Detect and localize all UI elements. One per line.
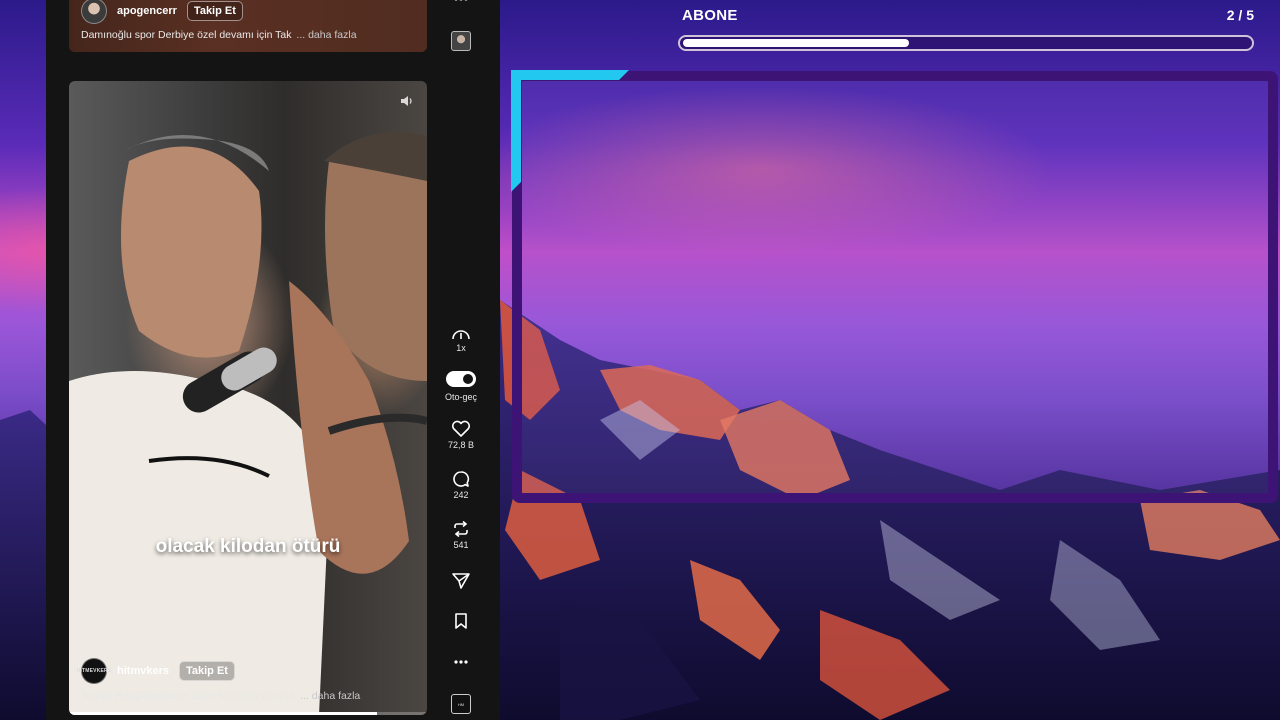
comment-count: 242 — [453, 490, 469, 500]
current-post-avatar[interactable]: HITMEVKERS — [77, 658, 111, 684]
previous-post-avatar[interactable] — [81, 0, 107, 24]
video-subtitle: olacak kilodan ötürü — [155, 536, 341, 557]
repost-button[interactable]: 541 — [441, 520, 481, 550]
current-post-caption-text: Toprak Razgatlıoğlu ve Zayn Sofuoğlu yan… — [81, 690, 296, 702]
action-rail: 1x Oto-geç 72,8 B 242 541 HM — [441, 0, 481, 720]
current-post-avatar-logo-text: HITMEVKERS — [76, 668, 112, 674]
toggle-switch-icon — [446, 371, 476, 387]
frame-accent-corner — [511, 70, 629, 192]
current-post-author-row: HITMEVKERS hitmvkers Takip Et — [77, 658, 235, 684]
volume-icon[interactable] — [399, 93, 415, 109]
previous-post-caption: Damınoğlu spor Derbiye özel devamı için … — [81, 29, 357, 41]
previous-post-follow-button[interactable]: Takip Et — [186, 1, 243, 21]
more-options-button[interactable] — [441, 655, 481, 669]
previous-post-author-row: apogencerr Takip Et — [81, 0, 243, 24]
save-button[interactable] — [441, 612, 481, 630]
current-post-caption: Toprak Razgatlıoğlu ve Zayn Sofuoğlu yan… — [81, 690, 360, 702]
speedometer-icon — [452, 330, 470, 340]
brand-logo-icon: HM — [451, 694, 471, 714]
previous-post-card[interactable]: apogencerr Takip Et Damınoğlu spor Derbi… — [69, 0, 427, 52]
autoplay-toggle[interactable]: Oto-geç — [441, 371, 481, 402]
comment-icon — [453, 471, 470, 487]
like-button[interactable]: 72,8 B — [441, 420, 481, 450]
bookmark-icon — [455, 613, 467, 629]
current-post-more-link[interactable]: ... daha fazla — [300, 690, 360, 702]
heart-icon — [451, 420, 471, 437]
comment-button[interactable]: 242 — [441, 470, 481, 500]
current-video-card[interactable]: olacak kilodan ötürü HITMEVKERS hitmvker… — [69, 81, 427, 715]
subscriber-goal-title: ABONE — [682, 7, 738, 24]
subscriber-goal-count: 2 / 5 — [1226, 7, 1254, 23]
playback-speed-control[interactable]: 1x — [441, 327, 481, 353]
video-feed-panel: apogencerr Takip Et Damınoğlu spor Derbi… — [46, 0, 500, 720]
repost-icon — [454, 520, 468, 538]
current-post-author-name[interactable]: hitmvkers — [117, 665, 169, 677]
video-progress-fill — [69, 712, 377, 715]
video-frame — [69, 131, 427, 715]
playback-speed-label: 1x — [456, 343, 466, 353]
avatar-thumbnail-icon — [451, 31, 471, 51]
subscriber-goal-progress-bar — [678, 35, 1254, 51]
send-icon — [452, 573, 470, 589]
previous-post-more-link[interactable]: ... daha fazla — [296, 29, 356, 41]
subscriber-goal-progress-fill — [683, 39, 910, 47]
top-more-options[interactable] — [441, 0, 481, 6]
more-options-icon — [454, 660, 468, 664]
previous-post-author-name[interactable]: apogencerr — [117, 5, 177, 17]
repost-count: 541 — [453, 540, 469, 550]
previous-post-caption-text: Damınoğlu spor Derbiye özel devamı için … — [81, 29, 292, 41]
previous-author-mini-avatar[interactable] — [441, 31, 481, 51]
share-button[interactable] — [441, 572, 481, 590]
current-post-follow-button[interactable]: Takip Et — [178, 661, 235, 681]
video-progress-bar[interactable] — [69, 712, 427, 715]
like-count: 72,8 B — [447, 440, 475, 450]
autoplay-label: Oto-geç — [444, 392, 477, 402]
more-options-icon — [454, 0, 468, 1]
current-author-mini-avatar[interactable]: HM — [441, 694, 481, 714]
